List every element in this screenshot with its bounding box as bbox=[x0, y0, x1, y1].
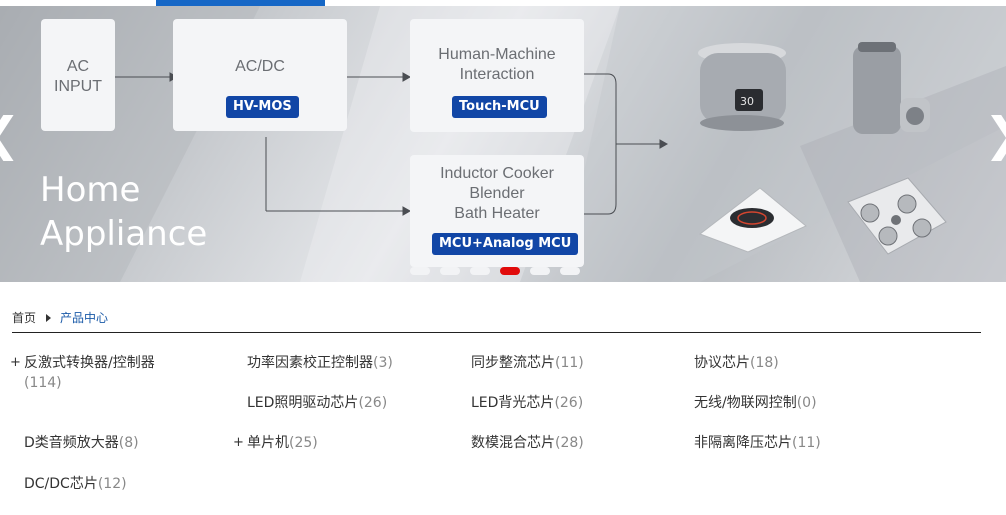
category-count: (25) bbox=[289, 435, 318, 451]
category-count: (11) bbox=[792, 435, 821, 451]
ac-input-box: AC INPUT bbox=[41, 19, 115, 131]
category-name: D类音频放大器 bbox=[24, 435, 119, 451]
breadcrumb-arrow-icon bbox=[46, 314, 52, 322]
breadcrumb-home-link[interactable]: 首页 bbox=[12, 310, 36, 326]
svg-text:30: 30 bbox=[740, 95, 754, 108]
category-count: (11) bbox=[555, 355, 584, 371]
touch-mcu-tag: Touch-MCU bbox=[452, 96, 547, 118]
category-name: LED照明驱动芯片 bbox=[247, 395, 359, 411]
category-item[interactable]: 功率因素校正控制器(3) bbox=[247, 353, 393, 373]
rice-cooker-image: 30 bbox=[698, 43, 786, 131]
carousel-dot[interactable] bbox=[440, 267, 460, 275]
category-item[interactable]: 协议芯片(18) bbox=[694, 353, 779, 373]
category-name: 无线/物联网控制 bbox=[694, 395, 797, 411]
category-name: LED背光芯片 bbox=[471, 395, 555, 411]
category-count: (0) bbox=[796, 395, 817, 411]
expand-plus-icon[interactable]: + bbox=[233, 433, 244, 453]
category-item[interactable]: 无线/物联网控制(0) bbox=[694, 393, 817, 413]
hmi-label: Human-Machine Interaction bbox=[438, 46, 556, 83]
category-item[interactable]: + 反激式转换器/控制器 (114) bbox=[10, 353, 155, 393]
category-item[interactable]: 数模混合芯片(28) bbox=[471, 433, 584, 453]
category-item[interactable]: DC/DC芯片(12) bbox=[24, 474, 127, 494]
ac-input-label: AC INPUT bbox=[54, 58, 102, 95]
breadcrumb-current-link[interactable]: 产品中心 bbox=[60, 310, 108, 326]
category-count: (26) bbox=[358, 395, 388, 411]
category-count: (18) bbox=[750, 355, 779, 371]
expand-plus-icon[interactable]: + bbox=[10, 353, 21, 373]
home-appliance-banner[interactable]: 30 AC INPUT AC/DC HV-MOS Human-Machine I… bbox=[0, 6, 1006, 282]
breadcrumb-divider bbox=[12, 332, 981, 333]
category-item[interactable]: LED照明驱动芯片(26) bbox=[247, 393, 387, 413]
category-name: 功率因素校正控制器 bbox=[247, 355, 373, 371]
category-name: DC/DC芯片 bbox=[24, 476, 98, 492]
category-item[interactable]: LED背光芯片(26) bbox=[471, 393, 583, 413]
category-name: 反激式转换器/控制器 bbox=[24, 355, 155, 371]
category-count: (26) bbox=[554, 395, 584, 411]
category-count: (8) bbox=[118, 435, 139, 451]
chevron-left-icon[interactable]: ❮ bbox=[0, 111, 21, 157]
category-name: 数模混合芯片 bbox=[471, 435, 555, 451]
carousel-dot[interactable] bbox=[470, 267, 490, 275]
banner-title: Home Appliance bbox=[40, 170, 208, 254]
category-item[interactable]: 非隔离降压芯片(11) bbox=[694, 433, 821, 453]
category-count: (114) bbox=[24, 375, 62, 391]
category-name: 非隔离降压芯片 bbox=[694, 435, 792, 451]
acdc-label: AC/DC bbox=[235, 58, 285, 75]
hv-mos-tag: HV-MOS bbox=[226, 96, 299, 118]
category-count: (12) bbox=[97, 476, 127, 492]
carousel-dot-active[interactable] bbox=[500, 267, 520, 275]
category-count: (28) bbox=[555, 435, 584, 451]
carousel-dot[interactable] bbox=[530, 267, 550, 275]
category-item[interactable]: D类音频放大器(8) bbox=[24, 433, 139, 453]
mcu-analog-tag: MCU+Analog MCU bbox=[432, 233, 579, 255]
carousel-dot[interactable] bbox=[410, 267, 430, 275]
category-name: 单片机 bbox=[247, 435, 289, 451]
carousel-pagination bbox=[410, 267, 580, 275]
carousel-dot[interactable] bbox=[560, 267, 580, 275]
category-count: (3) bbox=[373, 355, 393, 371]
appliances-label: Inductor Cooker Blender Bath Heater bbox=[440, 165, 554, 222]
breadcrumb: 首页 产品中心 bbox=[12, 310, 108, 326]
category-name: 协议芯片 bbox=[694, 355, 750, 371]
chevron-right-icon[interactable]: ❯ bbox=[984, 111, 1006, 157]
category-item[interactable]: + 单片机(25) bbox=[233, 433, 318, 453]
category-name: 同步整流芯片 bbox=[471, 355, 555, 371]
category-item[interactable]: 同步整流芯片(11) bbox=[471, 353, 584, 373]
